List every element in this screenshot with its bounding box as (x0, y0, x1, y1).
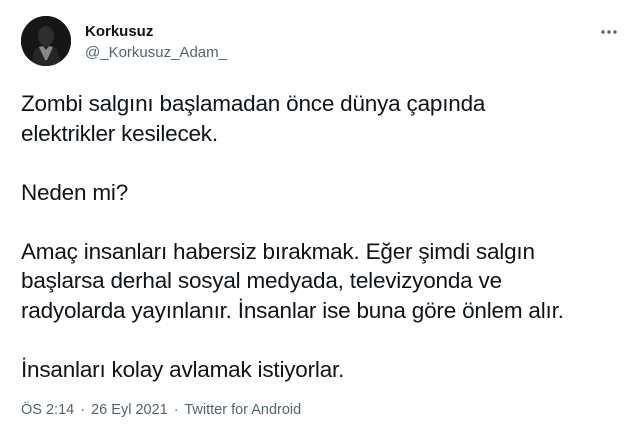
avatar[interactable] (21, 16, 71, 66)
tweet-date[interactable]: 26 Eyl 2021 (91, 402, 168, 418)
tweet-text: Zombi salgını başlamadan önce dünya çapı… (21, 91, 564, 382)
avatar-image (21, 16, 71, 66)
meta-separator: · (80, 402, 86, 418)
tweet-time[interactable]: ÖS 2:14 (21, 402, 74, 418)
more-options-button[interactable] (594, 20, 624, 44)
display-name[interactable]: Korkusuz (85, 23, 153, 41)
user-handle[interactable]: @_Korkusuz_Adam_ (85, 44, 227, 62)
more-horizontal-icon (601, 30, 617, 34)
tweet-meta: ÖS 2:14 · 26 Eyl 2021 · Twitter for Andr… (21, 401, 301, 419)
tweet-card: Korkusuz @_Korkusuz_Adam_ Zombi salgını … (0, 0, 635, 432)
tweet-source[interactable]: Twitter for Android (184, 402, 301, 418)
meta-separator: · (173, 402, 179, 418)
